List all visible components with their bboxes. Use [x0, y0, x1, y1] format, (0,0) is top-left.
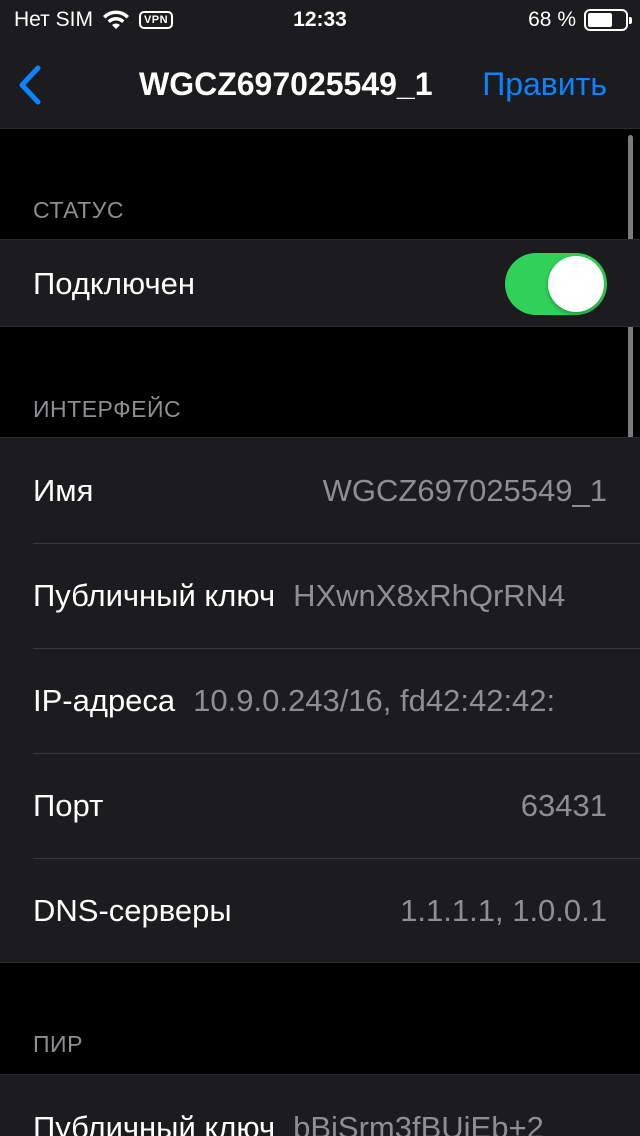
interface-row-port[interactable]: Порт 63431	[0, 753, 640, 858]
row-label: Публичный ключ	[33, 577, 276, 613]
interface-row-ip-addresses[interactable]: IP-адреса 10.9.0.243/16, fd42:42:42:	[0, 648, 640, 753]
interface-row-public-key[interactable]: Публичный ключ HXwnX8xRhQrRN4	[0, 543, 640, 648]
row-value: HXwnX8xRhQrRN4	[293, 577, 566, 613]
row-label: Публичный ключ	[33, 1109, 276, 1136]
row-value: 10.9.0.243/16, fd42:42:42:	[193, 682, 556, 718]
toggle-knob	[548, 256, 604, 312]
battery-fill	[588, 13, 613, 27]
connected-row: Подключен	[0, 240, 640, 328]
status-bar-right: 68 %	[528, 8, 632, 32]
connected-label: Подключен	[33, 266, 196, 301]
row-value: WGCZ697025549_1	[322, 472, 607, 508]
row-label: DNS-серверы	[33, 892, 232, 928]
back-chevron-icon[interactable]	[16, 64, 46, 106]
peer-group: Публичный ключ bBiSrm3fBUiEb+2	[0, 1074, 640, 1136]
section-header-peer: ПИР	[33, 1031, 83, 1057]
battery-cap	[629, 17, 632, 24]
section-header-interface: ИНТЕРФЕЙС	[33, 396, 182, 422]
section-header-status: СТАТУС	[33, 197, 124, 223]
navigation-bar: WGCZ697025549_1 Править	[0, 42, 640, 129]
row-value: bBiSrm3fBUiEb+2	[293, 1109, 544, 1136]
page-title: WGCZ697025549_1	[139, 66, 433, 102]
row-label: IP-адреса	[33, 682, 176, 718]
row-value: 63431	[520, 787, 607, 823]
battery-icon	[584, 9, 632, 31]
interface-row-dns[interactable]: DNS-серверы 1.1.1.1, 1.0.0.1	[0, 858, 640, 963]
edit-button[interactable]: Править	[482, 66, 607, 103]
peer-row-public-key[interactable]: Публичный ключ bBiSrm3fBUiEb+2	[0, 1075, 640, 1136]
connected-toggle[interactable]	[505, 253, 607, 315]
interface-group: Имя WGCZ697025549_1 Публичный ключ HXwnX…	[0, 437, 640, 963]
status-bar: Нет SIM VPN 12:33 68 %	[0, 0, 640, 42]
battery-percent: 68 %	[528, 8, 576, 31]
row-label: Имя	[33, 472, 94, 508]
interface-row-name[interactable]: Имя WGCZ697025549_1	[0, 438, 640, 543]
row-label: Порт	[33, 787, 104, 823]
row-value: 1.1.1.1, 1.0.0.1	[400, 892, 607, 928]
status-group: Подключен	[0, 239, 640, 327]
